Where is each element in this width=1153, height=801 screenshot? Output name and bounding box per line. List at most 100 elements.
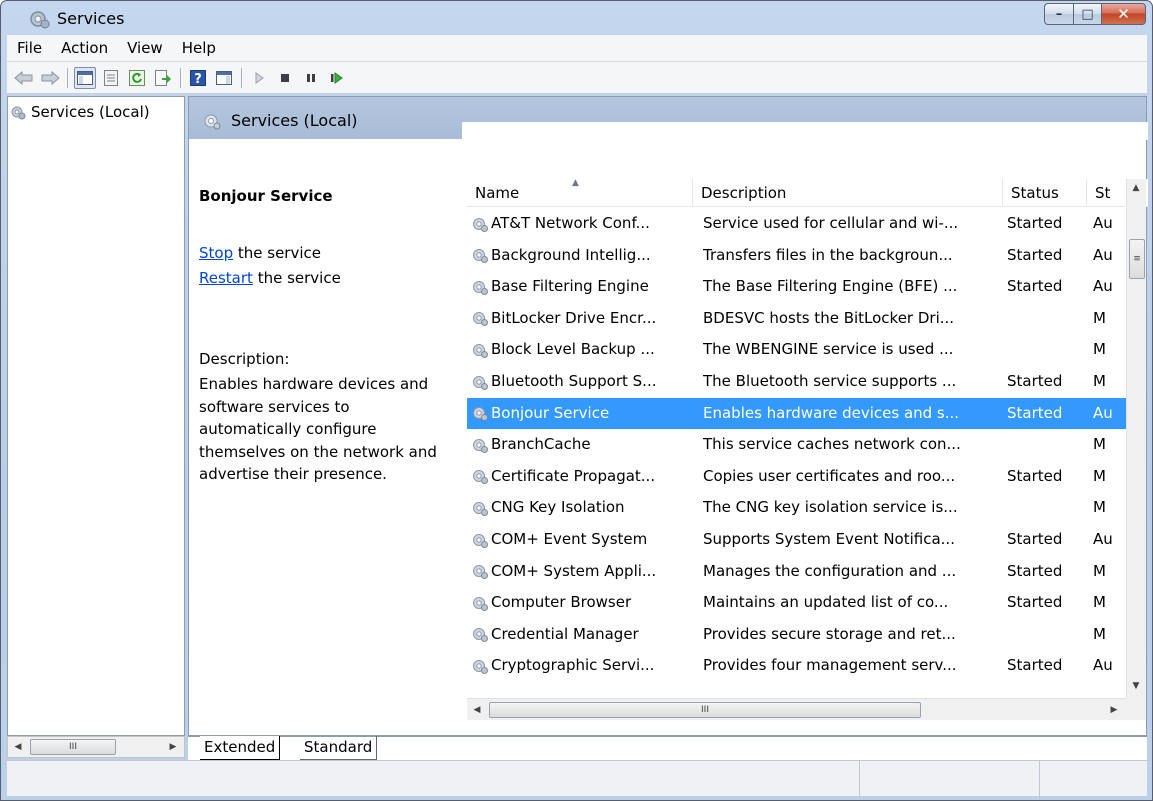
stop-link[interactable]: Stop (199, 244, 233, 262)
column-header-status[interactable]: Status (1003, 179, 1087, 207)
scroll-right-icon[interactable]: ▶ (166, 740, 180, 754)
service-name: Computer Browser (491, 593, 632, 612)
thumb-grip: III (701, 705, 709, 715)
horizontal-scrollbar-thumb[interactable]: III (489, 702, 921, 718)
service-description-cell: Supports System Event Notifica... (703, 530, 955, 548)
column-header-startup-type[interactable]: St (1087, 179, 1127, 207)
list-vertical-scrollbar[interactable]: ▲ ≡ ▼ (1126, 179, 1146, 699)
table-row[interactable]: BranchCache This service caches network c… (467, 429, 1127, 460)
table-row[interactable]: Computer Browser Maintains an updated lis… (467, 587, 1127, 618)
back-button[interactable] (13, 67, 35, 89)
selected-service-name: Bonjour Service (199, 187, 333, 205)
service-description-cell: Transfers files in the backgroun... (703, 245, 953, 264)
vertical-scrollbar-thumb[interactable]: ≡ (1129, 239, 1145, 279)
pane-title-text: Services (Local) (231, 111, 358, 130)
service-startup-cell: M (1093, 340, 1106, 359)
help-button[interactable]: ? (187, 67, 209, 89)
service-description-cell: The Base Filtering Engine (BFE) ... (703, 277, 958, 296)
service-startup-cell: M (1093, 498, 1106, 517)
restart-service-icon (331, 71, 343, 84)
service-description-cell: Enables hardware devices and s... (703, 403, 960, 422)
refresh-icon (129, 69, 145, 86)
restart-action: Restart the service (199, 269, 341, 287)
restart-link[interactable]: Restart (199, 269, 253, 287)
table-row[interactable]: AT&T Network Conf... Service used for cel… (467, 208, 1127, 239)
close-button[interactable]: ✕ (1102, 3, 1146, 25)
forward-button[interactable] (39, 67, 61, 89)
service-description-cell: This service caches network con... (703, 435, 961, 454)
table-row[interactable]: Base Filtering Engine The Base Filtering … (467, 271, 1127, 302)
tab-extended[interactable]: Extended (200, 736, 281, 760)
service-gear-icon (473, 596, 488, 611)
services-gear-icon (30, 11, 50, 29)
title-bar[interactable]: Services – □ ✕ (1, 1, 1152, 35)
service-name: Credential Manager (491, 624, 639, 643)
scroll-up-icon[interactable]: ▲ (1129, 181, 1143, 195)
table-row[interactable]: CNG Key Isolation The CNG key isolation s… (467, 492, 1127, 523)
service-status-cell (1007, 429, 1079, 460)
toolbar-separator (67, 67, 68, 88)
refresh-button[interactable] (126, 67, 148, 89)
stop-action: Stop the service (199, 244, 321, 262)
help-icon: ? (190, 69, 206, 86)
service-description-cell: Provides four management serv... (703, 656, 957, 675)
list-horizontal-scrollbar[interactable]: ◀ III ▶ (467, 698, 1126, 720)
service-name: Bonjour Service (491, 403, 610, 422)
service-name: Block Level Backup ... (491, 340, 655, 359)
stop-service-button[interactable] (274, 67, 296, 89)
menu-view[interactable]: View (117, 36, 172, 61)
properties-icon (104, 69, 118, 86)
menu-file[interactable]: File (7, 36, 51, 61)
column-header-label: Status (1011, 184, 1059, 202)
column-header-name[interactable]: Name ▲ (467, 179, 693, 207)
service-startup-cell: M (1093, 624, 1106, 643)
service-name: Base Filtering Engine (491, 277, 649, 296)
table-row[interactable]: Credential Manager Provides secure storag… (467, 619, 1127, 650)
service-startup-cell: M (1093, 435, 1106, 454)
show-hide-tree-button[interactable] (74, 66, 96, 89)
scroll-down-icon[interactable]: ▼ (1129, 679, 1143, 693)
service-name-cell: Bluetooth Support S... (471, 366, 699, 397)
service-description-cell: The CNG key isolation service is... (703, 498, 958, 517)
column-header-description[interactable]: Description (693, 179, 1003, 207)
scrollbar-thumb[interactable]: III (30, 739, 116, 755)
table-row[interactable]: COM+ Event System Supports System Event N… (467, 524, 1127, 555)
scroll-left-icon[interactable]: ◀ (11, 740, 25, 754)
maximize-button[interactable]: □ (1074, 3, 1102, 25)
table-row[interactable]: BitLocker Drive Encr... BDESVC hosts the … (467, 303, 1127, 334)
thumb-grip: III (69, 742, 77, 752)
restart-service-button[interactable] (326, 67, 348, 89)
export-list-icon (155, 69, 171, 86)
service-startup-cell: Au (1093, 277, 1113, 296)
pane-header-title: Services (Local) (203, 111, 358, 130)
table-row[interactable]: Bluetooth Support S... The Bluetooth serv… (467, 366, 1127, 397)
service-name: Certificate Propagat... (491, 466, 656, 485)
scroll-right-icon[interactable]: ▶ (1107, 703, 1121, 717)
table-row[interactable]: Certificate Propagat... Copies user certi… (467, 461, 1127, 492)
service-name: AT&T Network Conf... (491, 214, 650, 232)
tree-item-services-local[interactable]: Services (Local) (10, 103, 150, 121)
tab-standard[interactable]: Standard (300, 736, 378, 760)
table-row[interactable]: Bonjour Service Enables hardware devices … (467, 397, 1127, 429)
stop-link-rest: the service (233, 244, 321, 262)
status-bar-divider (1039, 761, 1040, 797)
export-list-button[interactable] (152, 67, 174, 89)
services-list[interactable]: Name ▲ Description Status St AT&T Networ… (467, 179, 1148, 707)
table-row[interactable]: Background Intellig... Transfers files in… (467, 240, 1127, 271)
menu-action[interactable]: Action (51, 36, 117, 61)
minimize-button[interactable]: – (1044, 3, 1074, 25)
table-row[interactable]: COM+ System Appli... Manages the configur… (467, 556, 1127, 587)
start-service-button[interactable] (248, 67, 270, 89)
tree-horizontal-scrollbar[interactable]: ◀ III ▶ (7, 736, 185, 758)
properties-button[interactable] (100, 67, 122, 89)
service-gear-icon (473, 628, 488, 643)
service-gear-icon (473, 501, 488, 516)
scroll-left-icon[interactable]: ◀ (470, 703, 484, 717)
table-row[interactable]: Cryptographic Servi... Provides four mana… (467, 650, 1127, 681)
menu-help[interactable]: Help (172, 36, 225, 61)
service-name-cell: BitLocker Drive Encr... (471, 303, 699, 334)
pause-service-button[interactable] (300, 67, 322, 89)
show-action-pane-button[interactable] (213, 67, 235, 89)
service-startup-cell: Au (1093, 656, 1113, 675)
table-row[interactable]: Block Level Backup ... The WBENGINE servi… (467, 334, 1127, 365)
